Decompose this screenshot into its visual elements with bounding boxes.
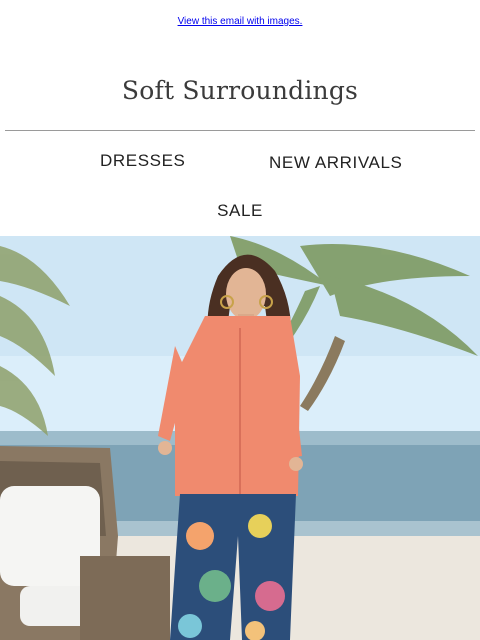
brand-logo[interactable]: Soft Surroundings xyxy=(0,76,480,105)
nav-item-dresses[interactable]: DRESSES xyxy=(100,151,185,171)
view-email-with-images-link[interactable]: View this email with images. xyxy=(178,16,303,27)
header-divider xyxy=(5,130,475,131)
nav-item-new-arrivals[interactable]: NEW ARRIVALS xyxy=(269,153,402,173)
view-email-with-images-link-container: View this email with images. xyxy=(0,16,480,27)
nav-item-sale[interactable]: SALE xyxy=(0,201,480,221)
hero-image[interactable] xyxy=(0,236,480,640)
hero-photo-illustration xyxy=(0,236,480,640)
